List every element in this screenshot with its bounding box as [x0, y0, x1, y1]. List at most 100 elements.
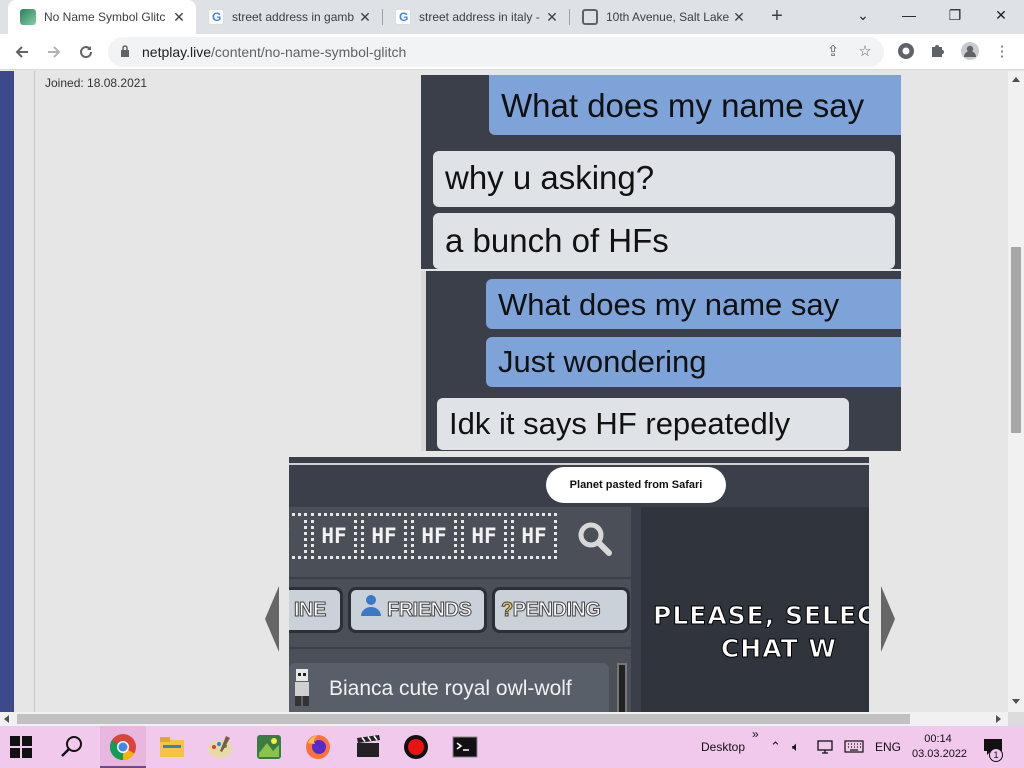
vertical-scrollbar[interactable] — [1008, 71, 1024, 712]
network-icon[interactable] — [817, 740, 833, 754]
video-editor-icon[interactable] — [354, 733, 382, 761]
hf-symbol: HF — [361, 513, 407, 559]
tab-street-address-gambia[interactable]: street address in gamb ✕ — [196, 0, 382, 34]
clock[interactable]: 00:14 03.03.2022 — [912, 732, 968, 762]
select-chat-message: PLEASE, SELECT CHAT W — [652, 601, 869, 664]
new-tab-button[interactable]: + — [765, 4, 789, 28]
horizontal-scroll-thumb[interactable] — [17, 714, 910, 724]
arrow-left-icon — [15, 46, 28, 58]
button-label: INE — [294, 599, 327, 622]
name-search-bar: F HF HF HF HF HF — [289, 507, 631, 577]
game-divider — [289, 463, 869, 465]
notification-badge: 1 — [989, 748, 1003, 762]
tab-10th-avenue[interactable]: 10th Avenue, Salt Lake ✕ — [570, 0, 756, 34]
url-path: /content/no-name-symbol-glitch — [211, 44, 407, 60]
tab-title: 10th Avenue, Salt Lake — [606, 10, 730, 24]
scroll-left-arrow-icon[interactable] — [4, 715, 9, 723]
google-favicon-icon — [208, 9, 224, 25]
vpn-icon — [898, 43, 914, 59]
clock-time: 00:14 — [924, 733, 952, 745]
hf-symbol: HF — [461, 513, 507, 559]
file-explorer-icon[interactable] — [158, 733, 186, 761]
carousel-next-arrow-icon[interactable] — [881, 586, 895, 652]
hf-symbol: HF — [411, 513, 457, 559]
input-language[interactable]: ENG — [875, 740, 901, 754]
globe-favicon-icon — [582, 9, 598, 25]
hf-symbol: HF — [311, 513, 357, 559]
game-tab-buttons: INE FRIENDS ?PENDING — [289, 579, 631, 647]
google-favicon-icon — [395, 9, 411, 25]
tab-title: street address in gamb — [232, 10, 355, 24]
bookmark-star-icon[interactable]: ☆ — [855, 42, 875, 62]
restore-button[interactable]: ❐ — [932, 0, 978, 30]
arrow-right-icon — [48, 46, 61, 58]
back-button[interactable] — [8, 38, 36, 66]
firefox-icon[interactable] — [304, 733, 332, 761]
close-window-button[interactable]: ✕ — [978, 0, 1024, 30]
close-tab-icon[interactable]: ✕ — [356, 9, 374, 26]
netplay-favicon-icon — [20, 9, 36, 25]
friend-list: Bianca cute royal owl-wolf — [289, 649, 631, 712]
desktop-toolbar-label[interactable]: Desktop — [701, 740, 745, 754]
minimize-button[interactable]: — — [886, 0, 932, 30]
content-divider — [34, 71, 35, 712]
question-icon: ? — [501, 599, 514, 622]
forward-button[interactable] — [40, 38, 68, 66]
terminal-icon[interactable] — [451, 733, 479, 761]
tab-search-button[interactable]: ⌄ — [840, 0, 886, 30]
windows-start-icon[interactable] — [10, 736, 32, 758]
browser-toolbar: netplay.live/content/no-name-symbol-glit… — [0, 34, 1024, 70]
reload-button[interactable] — [72, 38, 100, 66]
clock-date: 03.03.2022 — [912, 748, 968, 760]
horizontal-scrollbar[interactable] — [0, 712, 1008, 726]
tab-street-address-italy[interactable]: street address in italy - ✕ — [383, 0, 569, 34]
paint-icon[interactable] — [206, 733, 234, 761]
close-tab-icon[interactable]: ✕ — [170, 9, 188, 26]
extensions-puzzle-icon[interactable] — [928, 42, 948, 62]
share-icon[interactable]: ⇪ — [823, 42, 843, 62]
owl-wolf-avatar-icon — [295, 669, 309, 706]
scroll-down-arrow-icon[interactable] — [1012, 699, 1020, 704]
puzzle-icon — [932, 45, 944, 57]
extension-shield-icon[interactable] — [896, 42, 916, 62]
url-domain: netplay.live — [142, 44, 212, 60]
toast-notification: Planet pasted from Safari — [546, 467, 726, 503]
hf-symbol: HF — [511, 513, 557, 559]
volume-icon[interactable]: 🔈︎ — [792, 739, 800, 755]
reload-icon — [80, 46, 93, 59]
profile-avatar-icon[interactable] — [960, 42, 980, 62]
vertical-scroll-thumb[interactable] — [1011, 247, 1021, 433]
search-icon[interactable] — [60, 735, 84, 759]
friends-tab-button: FRIENDS — [348, 587, 487, 633]
button-label: PENDING — [512, 599, 601, 622]
chrome-icon[interactable] — [109, 733, 137, 761]
scroll-up-arrow-icon[interactable] — [1012, 77, 1020, 82]
search-icon — [578, 522, 612, 556]
scroll-right-arrow-icon[interactable] — [996, 715, 1001, 723]
close-tab-icon[interactable]: ✕ — [543, 9, 561, 26]
keyboard-icon[interactable] — [844, 740, 864, 753]
address-bar[interactable]: netplay.live/content/no-name-symbol-glit… — [108, 37, 884, 67]
tab-no-name-symbol-glitch[interactable]: No Name Symbol Glitc ✕ — [8, 0, 196, 34]
toolbar-overflow-icon[interactable]: » — [752, 727, 759, 741]
pending-tab-button: ?PENDING — [492, 587, 630, 633]
chat-bubble: What does my name say — [486, 279, 901, 329]
tab-title: No Name Symbol Glitc — [44, 10, 166, 24]
joined-date: Joined: 18.08.2021 — [45, 76, 148, 90]
game-screenshot: Planet pasted from Safari F HF HF HF HF … — [289, 457, 869, 712]
chat-bubble: What does my name say — [489, 75, 901, 135]
close-tab-icon[interactable]: ✕ — [730, 9, 748, 26]
button-label: FRIENDS — [386, 599, 472, 622]
chevron-up-icon[interactable]: ⌃ — [770, 739, 781, 755]
record-icon[interactable] — [402, 733, 430, 761]
hf-symbol: F — [289, 513, 307, 559]
tab-strip: No Name Symbol Glitc ✕ street address in… — [0, 0, 1024, 34]
maps-app-icon[interactable] — [255, 733, 283, 761]
list-scrollbar — [617, 663, 627, 712]
chat-bubble: Idk it says HF repeatedly — [437, 398, 849, 450]
menu-kebab-icon[interactable]: ⋮ — [992, 42, 1012, 62]
left-decor-strip — [0, 71, 14, 712]
carousel-prev-arrow-icon[interactable] — [265, 586, 279, 652]
lock-icon — [121, 45, 129, 57]
chat-bubble: why u asking? — [433, 151, 895, 207]
